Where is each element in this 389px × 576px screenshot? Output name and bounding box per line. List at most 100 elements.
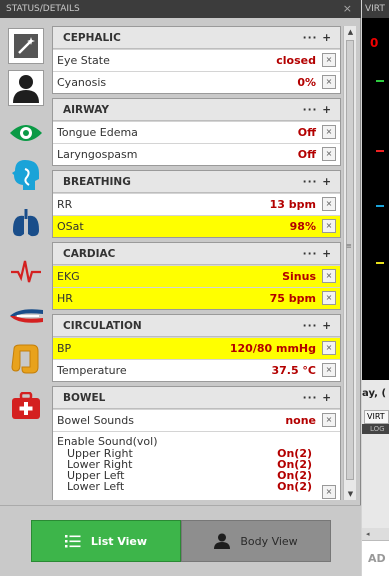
status-row[interactable]: OSat 98% × [53,215,340,237]
body-view-button[interactable]: Body View [181,520,331,562]
sound-settings[interactable]: Enable Sound(vol) Upper Right On(2) Lower R… [53,431,340,500]
section-breathing: BREATHING ··· + RR 13 bpm × OSat 98% × [52,170,341,238]
row-label: Laryngospasm [57,148,138,161]
status-details-panel: STATUS/DETAILS × CEPHALIC ··· + Eye Stat… [0,0,361,576]
close-icon[interactable]: × [343,0,352,18]
eye-icon[interactable] [8,115,44,151]
status-row[interactable]: RR 13 bpm × [53,193,340,215]
status-row[interactable]: EKG Sinus × [53,265,340,287]
monitor-counter: 0 [370,36,379,50]
blood-vessel-icon[interactable] [8,298,44,334]
section-actions[interactable]: ··· + [303,171,332,193]
first-aid-icon[interactable] [8,388,44,424]
row-value: closed [276,54,316,67]
row-value: Off [297,148,316,161]
list-view-label: List View [90,534,148,548]
status-row[interactable]: Cyanosis 0% × [53,71,340,93]
row-label: HR [57,292,73,305]
status-list: CEPHALIC ··· + Eye State closed × Cyanosis 0% ×… [52,26,341,500]
remove-icon[interactable]: × [322,291,336,305]
scroll-down-icon[interactable]: ▼ [344,488,357,500]
yellow-trace [376,262,384,264]
section-title: BREATHING [63,176,131,188]
status-row[interactable]: BP 120/80 mmHg × [53,337,340,359]
section-header: BREATHING ··· + [53,171,340,193]
section-title: BOWEL [63,392,106,404]
remove-icon[interactable]: × [322,269,336,283]
scroll-up-icon[interactable]: ▲ [344,26,357,38]
remove-icon[interactable]: × [322,219,336,233]
scroll-grip-icon: ≡ [346,242,352,250]
panel-titlebar: STATUS/DETAILS × [0,0,361,18]
remove-icon[interactable]: × [322,413,336,427]
section-header: BOWEL ··· + [53,387,340,409]
green-trace [376,80,384,82]
section-actions[interactable]: ··· + [303,315,332,337]
vertical-scrollbar[interactable]: ▲ ≡ ▼ [343,26,356,500]
row-label: RR [57,198,73,211]
section-cardiac: CARDIAC ··· + EKG Sinus × HR 75 bpm × [52,242,341,310]
remove-icon[interactable]: × [322,485,336,499]
head-icon[interactable] [8,157,44,193]
status-row[interactable]: Eye State closed × [53,49,340,71]
sound-item-label: Lower Left [67,480,125,493]
panel-title: STATUS/DETAILS [6,4,80,14]
remove-icon[interactable]: × [322,53,336,67]
section-header: AIRWAY ··· + [53,99,340,121]
category-icon-column [0,18,50,518]
list-view-button[interactable]: List View [31,520,181,562]
section-title: AIRWAY [63,104,109,116]
section-title: CEPHALIC [63,32,121,44]
remove-icon[interactable]: × [322,363,336,377]
add-input[interactable]: AD [362,540,389,576]
intestine-icon[interactable] [8,341,44,377]
status-row[interactable]: Bowel Sounds none × [53,409,340,431]
remove-icon[interactable]: × [322,341,336,355]
monitor-tab[interactable]: VIRT [362,0,389,18]
row-value: 120/80 mmHg [229,342,316,355]
sound-item: Lower Left On(2) [57,481,336,492]
status-row[interactable]: Temperature 37.5 °C × [53,359,340,381]
section-actions[interactable]: ··· + [303,27,332,49]
row-value: 98% [289,220,316,233]
row-label: EKG [57,270,80,283]
section-title: CIRCULATION [63,320,142,332]
horizontal-scroll-left-icon[interactable]: ◂ [362,528,389,540]
log-header: LOG [362,424,389,434]
blue-trace [376,205,384,207]
row-value: 37.5 °C [271,364,316,377]
remove-icon[interactable]: × [322,75,336,89]
section-actions[interactable]: ··· + [303,387,332,409]
virt-button[interactable]: VIRT [364,410,389,424]
heartbeat-icon[interactable] [8,253,44,289]
section-header: CIRCULATION ··· + [53,315,340,337]
row-label: Cyanosis [57,76,107,89]
remove-icon[interactable]: × [322,147,336,161]
row-label: Bowel Sounds [57,414,134,427]
status-row[interactable]: HR 75 bpm × [53,287,340,309]
section-actions[interactable]: ··· + [303,243,332,265]
virtual-monitor-panel: VIRT 0 ay, ( VIRT LOG ◂ AD [362,0,389,576]
remove-icon[interactable]: × [322,197,336,211]
magic-wand-icon[interactable] [8,28,44,64]
row-label: Temperature [57,364,127,377]
lungs-icon[interactable] [8,205,44,241]
row-value: none [285,414,316,427]
section-header: CARDIAC ··· + [53,243,340,265]
row-value: Off [297,126,316,139]
remove-icon[interactable]: × [322,125,336,139]
row-value: 13 bpm [269,198,316,211]
row-label: Tongue Edema [57,126,138,139]
section-actions[interactable]: ··· + [303,99,332,121]
row-label: Eye State [57,54,110,67]
person-icon[interactable] [8,70,44,106]
sound-item-value: On(2) [277,480,312,493]
row-label: OSat [57,220,84,233]
section-title: CARDIAC [63,248,116,260]
scrollbar-thumb[interactable] [346,40,354,480]
status-row[interactable]: Laryngospasm Off × [53,143,340,165]
person-icon [214,533,231,549]
status-row[interactable]: Tongue Edema Off × [53,121,340,143]
section-cephalic: CEPHALIC ··· + Eye State closed × Cyanosis 0% × [52,26,341,94]
list-icon [64,534,81,547]
